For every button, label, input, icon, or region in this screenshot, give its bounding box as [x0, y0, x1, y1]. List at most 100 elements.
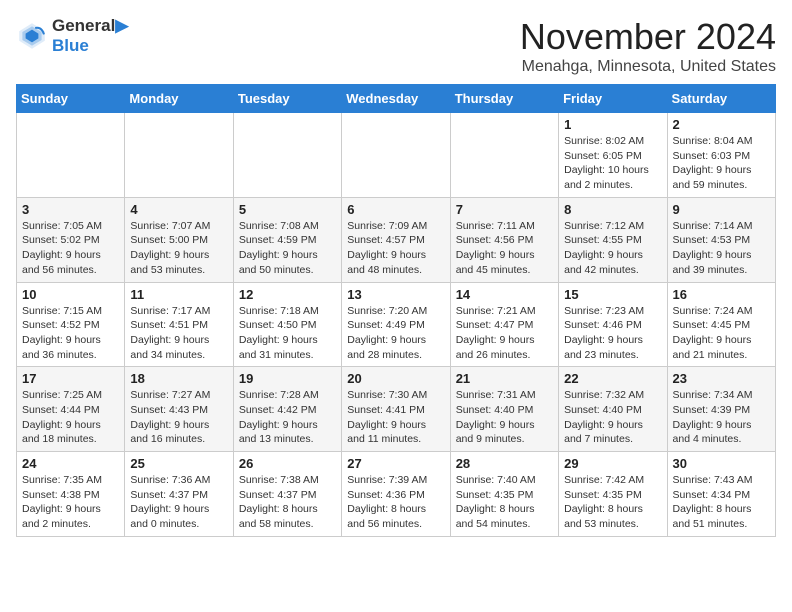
weekday-header-tuesday: Tuesday — [233, 85, 341, 113]
day-number: 16 — [673, 287, 770, 302]
day-number: 13 — [347, 287, 444, 302]
calendar-cell — [125, 113, 233, 198]
weekday-header-monday: Monday — [125, 85, 233, 113]
calendar-cell — [233, 113, 341, 198]
day-info: Sunrise: 7:38 AM Sunset: 4:37 PM Dayligh… — [239, 473, 336, 532]
day-info: Sunrise: 7:24 AM Sunset: 4:45 PM Dayligh… — [673, 304, 770, 363]
day-number: 27 — [347, 456, 444, 471]
day-info: Sunrise: 7:08 AM Sunset: 4:59 PM Dayligh… — [239, 219, 336, 278]
day-number: 10 — [22, 287, 119, 302]
calendar-cell: 15Sunrise: 7:23 AM Sunset: 4:46 PM Dayli… — [559, 282, 667, 367]
month-title: November 2024 — [520, 16, 776, 58]
day-number: 28 — [456, 456, 553, 471]
calendar-cell — [450, 113, 558, 198]
day-info: Sunrise: 7:14 AM Sunset: 4:53 PM Dayligh… — [673, 219, 770, 278]
calendar-cell: 11 Sunrise: 7:17 AM Sunset: 4:51 PM Dayli… — [125, 282, 233, 367]
calendar-cell: 27 Sunrise: 7:39 AM Sunset: 4:36 PM Dayli… — [342, 452, 450, 537]
weekday-header-saturday: Saturday — [667, 85, 775, 113]
calendar-cell: 13 Sunrise: 7:20 AM Sunset: 4:49 PM Dayli… — [342, 282, 450, 367]
calendar-week-1: 3 Sunrise: 7:05 AM Sunset: 5:02 PM Daylig… — [17, 197, 776, 282]
calendar-cell: 16 Sunrise: 7:24 AM Sunset: 4:45 PM Dayli… — [667, 282, 775, 367]
weekday-header-friday: Friday — [559, 85, 667, 113]
day-info: Sunrise: 7:12 AM Sunset: 4:55 PM Dayligh… — [564, 219, 661, 278]
calendar-cell: 26 Sunrise: 7:38 AM Sunset: 4:37 PM Dayli… — [233, 452, 341, 537]
day-info: Sunrise: 7:27 AM Sunset: 4:43 PM Dayligh… — [130, 388, 227, 447]
day-info: Sunrise: 7:39 AM Sunset: 4:36 PM Dayligh… — [347, 473, 444, 532]
calendar-cell: 25Sunrise: 7:36 AM Sunset: 4:37 PM Dayli… — [125, 452, 233, 537]
location-title: Menahga, Minnesota, United States — [520, 58, 776, 76]
day-number: 6 — [347, 202, 444, 217]
day-number: 8 — [564, 202, 661, 217]
header: General▶ Blue November 2024 Menahga, Min… — [16, 16, 776, 76]
day-number: 14 — [456, 287, 553, 302]
day-info: Sunrise: 8:04 AM Sunset: 6:03 PM Dayligh… — [673, 134, 770, 193]
day-info: Sunrise: 7:07 AM Sunset: 5:00 PM Dayligh… — [130, 219, 227, 278]
day-number: 22 — [564, 371, 661, 386]
calendar-cell: 2 Sunrise: 8:04 AM Sunset: 6:03 PM Daylig… — [667, 113, 775, 198]
calendar-cell: 24 Sunrise: 7:35 AM Sunset: 4:38 PM Dayli… — [17, 452, 125, 537]
calendar-cell: 21Sunrise: 7:31 AM Sunset: 4:40 PM Dayli… — [450, 367, 558, 452]
title-area: November 2024 Menahga, Minnesota, United… — [520, 16, 776, 76]
day-info: Sunrise: 8:02 AM Sunset: 6:05 PM Dayligh… — [564, 134, 661, 193]
day-number: 21 — [456, 371, 553, 386]
day-info: Sunrise: 7:30 AM Sunset: 4:41 PM Dayligh… — [347, 388, 444, 447]
day-info: Sunrise: 7:15 AM Sunset: 4:52 PM Dayligh… — [22, 304, 119, 363]
calendar-week-3: 17Sunrise: 7:25 AM Sunset: 4:44 PM Dayli… — [17, 367, 776, 452]
day-number: 30 — [673, 456, 770, 471]
day-info: Sunrise: 7:20 AM Sunset: 4:49 PM Dayligh… — [347, 304, 444, 363]
calendar-cell: 1 Sunrise: 8:02 AM Sunset: 6:05 PM Daylig… — [559, 113, 667, 198]
day-info: Sunrise: 7:35 AM Sunset: 4:38 PM Dayligh… — [22, 473, 119, 532]
calendar-cell — [342, 113, 450, 198]
calendar-cell: 17Sunrise: 7:25 AM Sunset: 4:44 PM Dayli… — [17, 367, 125, 452]
day-number: 26 — [239, 456, 336, 471]
day-info: Sunrise: 7:23 AM Sunset: 4:46 PM Dayligh… — [564, 304, 661, 363]
day-info: Sunrise: 7:28 AM Sunset: 4:42 PM Dayligh… — [239, 388, 336, 447]
day-number: 1 — [564, 117, 661, 132]
calendar-cell: 7Sunrise: 7:11 AM Sunset: 4:56 PM Daylig… — [450, 197, 558, 282]
weekday-header-wednesday: Wednesday — [342, 85, 450, 113]
calendar-week-2: 10 Sunrise: 7:15 AM Sunset: 4:52 PM Dayli… — [17, 282, 776, 367]
day-number: 12 — [239, 287, 336, 302]
day-info: Sunrise: 7:17 AM Sunset: 4:51 PM Dayligh… — [130, 304, 227, 363]
calendar-cell: 14 Sunrise: 7:21 AM Sunset: 4:47 PM Dayli… — [450, 282, 558, 367]
day-info: Sunrise: 7:05 AM Sunset: 5:02 PM Dayligh… — [22, 219, 119, 278]
weekday-header-sunday: Sunday — [17, 85, 125, 113]
calendar-cell: 12 Sunrise: 7:18 AM Sunset: 4:50 PM Dayli… — [233, 282, 341, 367]
calendar-week-0: 1 Sunrise: 8:02 AM Sunset: 6:05 PM Daylig… — [17, 113, 776, 198]
day-number: 29 — [564, 456, 661, 471]
day-info: Sunrise: 7:34 AM Sunset: 4:39 PM Dayligh… — [673, 388, 770, 447]
day-info: Sunrise: 7:11 AM Sunset: 4:56 PM Dayligh… — [456, 219, 553, 278]
calendar-cell: 18 Sunrise: 7:27 AM Sunset: 4:43 PM Dayli… — [125, 367, 233, 452]
day-number: 3 — [22, 202, 119, 217]
logo-text: General▶ Blue — [52, 16, 128, 56]
day-number: 23 — [673, 371, 770, 386]
day-info: Sunrise: 7:40 AM Sunset: 4:35 PM Dayligh… — [456, 473, 553, 532]
day-info: Sunrise: 7:32 AM Sunset: 4:40 PM Dayligh… — [564, 388, 661, 447]
calendar-cell: 30 Sunrise: 7:43 AM Sunset: 4:34 PM Dayli… — [667, 452, 775, 537]
calendar-cell: 5 Sunrise: 7:08 AM Sunset: 4:59 PM Daylig… — [233, 197, 341, 282]
day-number: 5 — [239, 202, 336, 217]
calendar-cell: 8 Sunrise: 7:12 AM Sunset: 4:55 PM Daylig… — [559, 197, 667, 282]
day-number: 18 — [130, 371, 227, 386]
calendar-cell: 6 Sunrise: 7:09 AM Sunset: 4:57 PM Daylig… — [342, 197, 450, 282]
day-number: 24 — [22, 456, 119, 471]
calendar-cell: 22 Sunrise: 7:32 AM Sunset: 4:40 PM Dayli… — [559, 367, 667, 452]
day-info: Sunrise: 7:43 AM Sunset: 4:34 PM Dayligh… — [673, 473, 770, 532]
calendar-cell: 20Sunrise: 7:30 AM Sunset: 4:41 PM Dayli… — [342, 367, 450, 452]
calendar: SundayMondayTuesdayWednesdayThursdayFrid… — [16, 84, 776, 537]
calendar-cell: 23 Sunrise: 7:34 AM Sunset: 4:39 PM Dayli… — [667, 367, 775, 452]
day-number: 9 — [673, 202, 770, 217]
day-info: Sunrise: 7:21 AM Sunset: 4:47 PM Dayligh… — [456, 304, 553, 363]
calendar-cell: 9 Sunrise: 7:14 AM Sunset: 4:53 PM Daylig… — [667, 197, 775, 282]
day-info: Sunrise: 7:09 AM Sunset: 4:57 PM Dayligh… — [347, 219, 444, 278]
calendar-cell — [17, 113, 125, 198]
day-number: 11 — [130, 287, 227, 302]
calendar-cell: 29Sunrise: 7:42 AM Sunset: 4:35 PM Dayli… — [559, 452, 667, 537]
day-number: 4 — [130, 202, 227, 217]
day-number: 2 — [673, 117, 770, 132]
day-info: Sunrise: 7:18 AM Sunset: 4:50 PM Dayligh… — [239, 304, 336, 363]
calendar-cell: 19Sunrise: 7:28 AM Sunset: 4:42 PM Dayli… — [233, 367, 341, 452]
calendar-cell: 28 Sunrise: 7:40 AM Sunset: 4:35 PM Dayli… — [450, 452, 558, 537]
logo: General▶ Blue — [16, 16, 128, 56]
logo-icon — [16, 20, 48, 52]
